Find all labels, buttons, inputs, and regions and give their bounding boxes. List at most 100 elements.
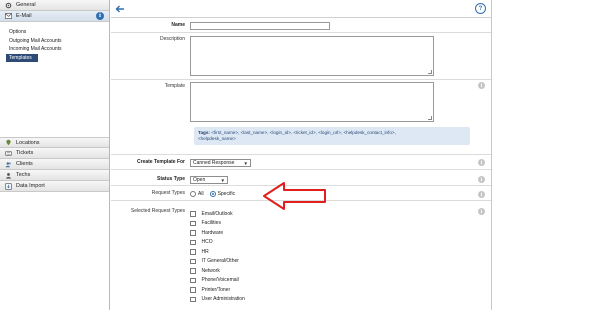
request-types-radio-group: All Specific xyxy=(190,191,241,197)
create-for-value: Canned Response xyxy=(193,160,235,166)
checkbox[interactable] xyxy=(190,249,196,255)
tags-prefix: Tags: xyxy=(198,130,210,135)
location-icon xyxy=(5,139,12,146)
chevron-down-icon: ▼ xyxy=(220,177,225,183)
nav-item-label: General xyxy=(16,2,36,8)
request-type-label: Network xyxy=(201,267,220,274)
nav-item-label: Clients xyxy=(16,161,33,167)
info-icon[interactable]: i xyxy=(478,208,485,215)
status-type-value: Open xyxy=(193,177,206,183)
request-type-option[interactable]: Phone/Voicemail xyxy=(190,276,245,286)
nav-item-email[interactable]: E-Mail i xyxy=(0,11,109,22)
tags-hint: Tags: <first_name>, <last_name>, <login_… xyxy=(194,127,470,145)
request-type-label: Hardware xyxy=(201,229,224,236)
email-subnav: Options Outgoing Mail Accounts Incoming … xyxy=(0,22,109,137)
checkbox[interactable] xyxy=(190,230,196,236)
info-icon[interactable]: i xyxy=(478,191,485,198)
gear-icon xyxy=(5,2,12,9)
template-row: Template i Tags: <first_name>, <last_nam… xyxy=(111,80,491,155)
status-type-label: Status Type xyxy=(157,176,185,182)
status-type-select[interactable]: Open ▼ xyxy=(190,176,228,184)
resize-grip-icon[interactable] xyxy=(428,70,432,74)
info-icon[interactable]: i xyxy=(478,159,485,166)
request-type-option[interactable]: User Administration xyxy=(190,295,245,305)
nav-item-techs[interactable]: Techs xyxy=(0,170,109,181)
subnav-item-templates[interactable]: Templates xyxy=(6,53,38,62)
selected-request-types-row: Selected Request Types i Email/Outlook F… xyxy=(111,205,491,310)
checkbox[interactable] xyxy=(190,220,196,226)
name-row: Name xyxy=(111,19,491,33)
request-type-label: Phone/Voicemail xyxy=(201,277,239,284)
subnav-item-options[interactable]: Options xyxy=(0,28,109,37)
create-for-row: Create Template For Canned Response ▼ i xyxy=(111,156,491,170)
checkbox[interactable] xyxy=(190,239,196,245)
tags-line-2: <helpdesk_name> xyxy=(198,136,236,141)
resize-grip-icon[interactable] xyxy=(428,116,432,120)
subnav-item-incoming-mail-accounts[interactable]: Incoming Mail Accounts xyxy=(0,45,109,54)
description-textarea[interactable] xyxy=(190,36,434,76)
request-type-option[interactable]: HR xyxy=(190,247,245,257)
chevron-down-icon: ▼ xyxy=(243,160,248,166)
nav-item-general[interactable]: General xyxy=(0,0,109,11)
checkbox[interactable] xyxy=(190,296,196,302)
request-type-label: Email/Outlook xyxy=(201,210,233,217)
request-type-option[interactable]: Hardware xyxy=(190,228,245,238)
radio-all-label: All xyxy=(198,191,204,197)
request-type-label: HR xyxy=(201,248,209,255)
nav-item-label: Techs xyxy=(16,172,31,178)
checkbox[interactable] xyxy=(190,287,196,293)
nav-item-label: E-Mail xyxy=(16,13,32,19)
left-navigation: General E-Mail i Options Outgoing Mail A… xyxy=(0,0,110,310)
checkbox[interactable] xyxy=(190,268,196,274)
request-type-label: IT General/Other xyxy=(201,258,239,265)
request-type-label: HCO xyxy=(201,239,213,246)
nav-item-data-import[interactable]: Data Import xyxy=(0,181,109,192)
nav-item-label: Data Import xyxy=(16,183,45,189)
info-icon[interactable]: i xyxy=(478,176,485,183)
data-import-icon xyxy=(5,182,12,190)
request-type-label: Facilities xyxy=(201,220,221,227)
selected-request-types-label: Selected Request Types xyxy=(130,208,185,214)
back-arrow-icon[interactable] xyxy=(114,3,126,15)
panel-divider xyxy=(491,0,492,310)
create-for-label: Create Template For xyxy=(137,159,185,165)
radio-all[interactable] xyxy=(190,191,196,197)
nav-item-label: Tickets xyxy=(16,150,34,156)
nav-item-locations[interactable]: Locations xyxy=(0,137,109,148)
info-icon[interactable]: i xyxy=(478,82,485,89)
help-button[interactable]: ? xyxy=(475,3,486,14)
request-type-checklist: Email/Outlook Facilities Hardware HCO HR… xyxy=(190,209,245,304)
checkbox[interactable] xyxy=(190,211,196,217)
create-for-select[interactable]: Canned Response ▼ xyxy=(190,159,251,167)
radio-specific-label: Specific xyxy=(217,191,236,197)
envelope-icon xyxy=(5,13,12,20)
checkbox[interactable] xyxy=(190,277,196,283)
radio-specific[interactable] xyxy=(209,191,216,197)
info-icon[interactable]: i xyxy=(96,12,104,20)
clients-icon xyxy=(5,161,12,168)
request-type-option[interactable]: Facilities xyxy=(190,219,245,229)
name-input[interactable] xyxy=(190,22,330,30)
description-label: Description xyxy=(159,36,185,42)
request-type-option[interactable]: Network xyxy=(190,266,245,276)
request-type-option[interactable]: Email/Outlook xyxy=(190,209,245,219)
request-type-option[interactable]: IT General/Other xyxy=(190,257,245,267)
description-row: Description xyxy=(111,33,491,80)
request-types-label: Request Types xyxy=(151,190,185,196)
request-type-label: Printer/Toner xyxy=(201,286,231,293)
checkbox[interactable] xyxy=(190,258,196,264)
annotation-arrow-icon xyxy=(263,182,326,210)
ticket-icon xyxy=(5,150,12,157)
techs-icon xyxy=(5,172,12,179)
subnav-item-outgoing-mail-accounts[interactable]: Outgoing Mail Accounts xyxy=(0,37,109,46)
nav-bottom-group: Locations Tickets Clients Techs Data Imp… xyxy=(0,137,109,192)
nav-item-clients[interactable]: Clients xyxy=(0,159,109,170)
nav-item-tickets[interactable]: Tickets xyxy=(0,148,109,159)
template-label: Template xyxy=(164,83,185,89)
request-type-option[interactable]: Printer/Toner xyxy=(190,285,245,295)
template-textarea[interactable] xyxy=(190,82,434,122)
page-toolbar: ? xyxy=(111,0,491,18)
request-type-option[interactable]: HCO xyxy=(190,238,245,248)
tags-line-1: <first_name>, <last_name>, <login_id>, <… xyxy=(211,130,396,135)
request-type-label: User Administration xyxy=(201,296,245,303)
